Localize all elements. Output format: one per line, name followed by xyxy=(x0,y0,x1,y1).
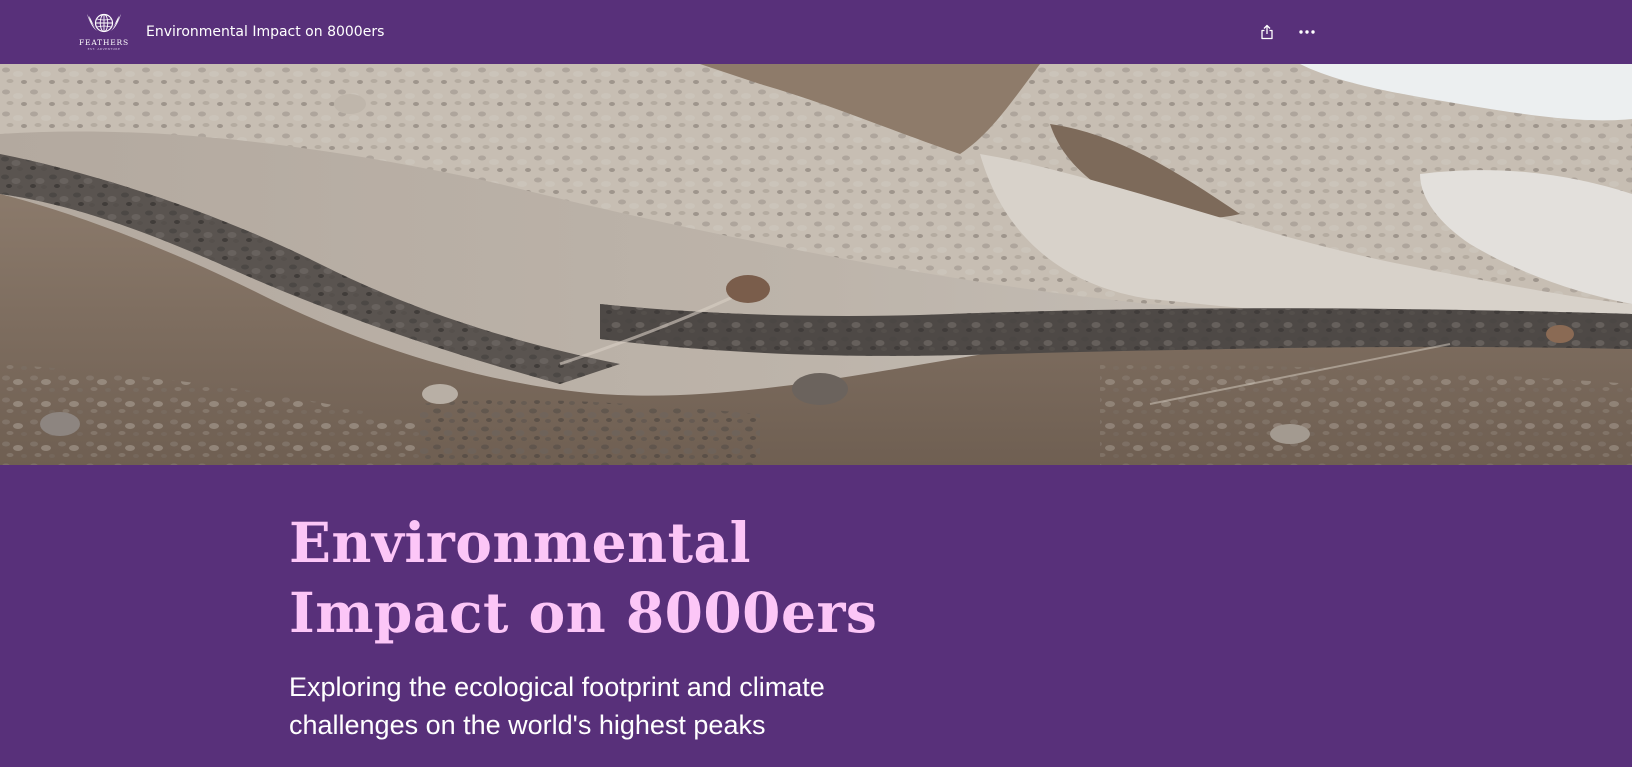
mountain-scree-photo xyxy=(0,64,1632,465)
story-title-line-2: Impact on 8000ers xyxy=(289,580,878,645)
logo-tagline: EST. ADVENTURE xyxy=(87,46,121,51)
logo-wordmark: FEATHERS xyxy=(79,38,129,47)
story-header-title: Environmental Impact on 8000ers xyxy=(146,24,385,40)
story-title-line-1: Environmental xyxy=(289,510,752,575)
feathers-logo[interactable]: FEATHERS EST. ADVENTURE xyxy=(78,10,130,54)
story-page: FEATHERS EST. ADVENTURE Environmental Im… xyxy=(0,0,1632,767)
story-subtitle: Exploring the ecological footprint and c… xyxy=(289,672,825,740)
hero-image xyxy=(0,64,1632,465)
share-button[interactable] xyxy=(1253,18,1281,46)
more-options-button[interactable] xyxy=(1293,18,1321,46)
top-header-bar: FEATHERS EST. ADVENTURE Environmental Im… xyxy=(0,0,1632,64)
story-title: Environmental Impact on 8000ers xyxy=(289,508,909,648)
share-icon xyxy=(1261,24,1273,40)
story-title-block: Environmental Impact on 8000ers Explorin… xyxy=(289,508,909,744)
globe-wings-icon xyxy=(87,13,121,33)
more-horizontal-icon xyxy=(1299,30,1315,34)
